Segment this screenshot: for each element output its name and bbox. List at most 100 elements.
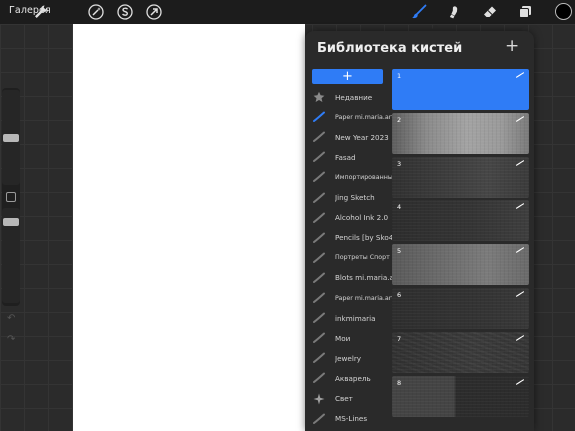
- add-brush-button[interactable]: +: [505, 36, 519, 56]
- brush-set-item[interactable]: Blots mi.maria.art: [305, 268, 400, 288]
- brush-stroke-icon: [516, 116, 524, 122]
- brush-number: 5: [397, 247, 402, 256]
- brush-stroke-icon: [516, 203, 524, 210]
- brush-stroke-icon: [516, 247, 524, 253]
- brush-set-label: Paper mi.maria.art: [335, 113, 394, 121]
- brush-number: 1: [397, 72, 402, 80]
- brush-stroke-icon: [516, 159, 524, 166]
- brush-set-label: MS-Lines: [335, 414, 368, 424]
- modify-button[interactable]: [6, 192, 16, 202]
- brush-texture: [392, 375, 529, 417]
- brush-tile[interactable]: 1: [392, 69, 529, 110]
- brush-texture: [392, 288, 529, 329]
- top-toolbar: Галерея: [0, 0, 575, 24]
- brush-number: 6: [397, 291, 402, 299]
- brush-stroke-icon: [516, 335, 524, 341]
- undo-icon[interactable]: ↶: [7, 313, 15, 324]
- brush-texture: [392, 244, 529, 286]
- brush-set-label: Jing Sketch: [335, 193, 375, 202]
- brush-size-slider[interactable]: [2, 90, 20, 185]
- brush-set-label: Blots mi.maria.art: [335, 273, 400, 283]
- brush-stroke-icon: [516, 72, 524, 78]
- brush-set-label: Импортированные: [335, 173, 397, 181]
- magic-wand-icon[interactable]: [87, 3, 105, 21]
- brush-icon[interactable]: [410, 3, 428, 21]
- brush-stroke-icon: [313, 272, 325, 284]
- brush-texture: [392, 112, 529, 154]
- transform-arrow-icon[interactable]: [145, 3, 163, 21]
- brush-set-label: Fasad: [335, 152, 356, 162]
- left-sidebar: [2, 88, 20, 306]
- brush-set-item[interactable]: Jewelry: [305, 348, 392, 368]
- opacity-slider[interactable]: [2, 208, 20, 303]
- brush-tile[interactable]: 3: [392, 156, 529, 198]
- brush-set-item[interactable]: Недавние: [305, 87, 392, 107]
- brush-set-label: Мои: [335, 333, 351, 343]
- redo-icon[interactable]: ↷: [7, 334, 15, 345]
- brush-set-item[interactable]: Свет: [305, 389, 392, 409]
- brush-stroke-icon: [313, 292, 325, 304]
- brush-set-item[interactable]: Мои: [305, 328, 392, 348]
- brush-set-item[interactable]: New Year 2023: [305, 127, 392, 147]
- brush-library-panel: Библиотека кистей + + Недавние Paper mi.m…: [305, 31, 534, 431]
- brush-stroke-icon: [516, 378, 524, 385]
- brush-number: 2: [397, 115, 402, 124]
- panel-title: Библиотека кистей: [317, 41, 463, 56]
- layers-icon[interactable]: [516, 3, 534, 21]
- brush-texture: [392, 156, 529, 198]
- brush-stroke-icon: [516, 291, 524, 297]
- brush-stroke-icon: [313, 111, 325, 123]
- brush-set-item[interactable]: Pencils [by Sko4]: [305, 228, 396, 248]
- sparkle-icon: [313, 393, 325, 405]
- brush-tile[interactable]: 5: [392, 244, 529, 286]
- brush-set-item[interactable]: Fasad: [305, 147, 392, 167]
- brush-stroke-icon: [313, 372, 325, 384]
- brush-set-item[interactable]: Акварель: [305, 368, 392, 388]
- add-brush-set-button[interactable]: +: [312, 69, 383, 84]
- brush-set-item[interactable]: Импортированные: [305, 167, 397, 187]
- brush-tile[interactable]: 2: [392, 112, 529, 154]
- brush-set-item[interactable]: inkmimaria: [305, 308, 392, 328]
- brush-set-label: Акварель: [335, 373, 371, 383]
- current-color-swatch[interactable]: [555, 3, 572, 20]
- brush-set-label: Портреты Спорт: [335, 254, 390, 262]
- brush-stroke-icon: [313, 252, 325, 264]
- brush-tile[interactable]: 4: [392, 200, 529, 242]
- brush-stroke-icon: [313, 192, 325, 204]
- eraser-icon[interactable]: [481, 3, 499, 21]
- star-icon: [313, 91, 325, 103]
- brush-stroke-icon: [313, 413, 325, 425]
- brush-set-item[interactable]: Портреты Спорт: [305, 248, 392, 268]
- brush-tile[interactable]: 8: [392, 375, 529, 417]
- brush-number: 7: [397, 334, 402, 343]
- drawing-canvas[interactable]: [73, 24, 305, 431]
- brush-tile[interactable]: 7: [392, 331, 529, 373]
- brush-set-item[interactable]: Paper mi.maria.art: [305, 107, 394, 127]
- brush-set-label: Недавние: [335, 92, 373, 102]
- brush-texture: [392, 331, 529, 373]
- brush-tile[interactable]: 6: [392, 288, 529, 329]
- opacity-knob[interactable]: [3, 218, 19, 226]
- brush-stroke-icon: [313, 131, 325, 143]
- brush-number: 8: [397, 378, 402, 387]
- brush-set-item[interactable]: Jing Sketch: [305, 188, 392, 208]
- brush-stroke-icon: [313, 332, 325, 344]
- brush-set-label: Jewelry: [335, 353, 362, 363]
- brush-set-item[interactable]: Alcohol Ink 2.0: [305, 208, 392, 228]
- brush-set-item[interactable]: Paper mi.maria.art: [305, 288, 394, 308]
- brush-stroke-icon: [313, 232, 325, 244]
- brush-set-label: New Year 2023: [335, 132, 389, 142]
- brush-set-label: Pencils [by Sko4]: [335, 233, 397, 243]
- brush-set-label: Alcohol Ink 2.0: [335, 213, 389, 223]
- selection-s-icon[interactable]: [116, 3, 134, 21]
- brush-set-label: inkmimaria: [335, 313, 376, 323]
- brush-stroke-icon: [313, 352, 325, 364]
- brush-stroke-icon: [313, 312, 325, 324]
- wrench-icon[interactable]: [32, 3, 50, 21]
- brush-set-label: Свет: [335, 394, 353, 403]
- brush-set-item[interactable]: MS-Lines: [305, 409, 392, 429]
- brush-size-knob[interactable]: [3, 134, 19, 142]
- brush-stroke-icon: [313, 212, 325, 224]
- brush-number: 4: [397, 203, 402, 212]
- smudge-icon[interactable]: [444, 3, 462, 21]
